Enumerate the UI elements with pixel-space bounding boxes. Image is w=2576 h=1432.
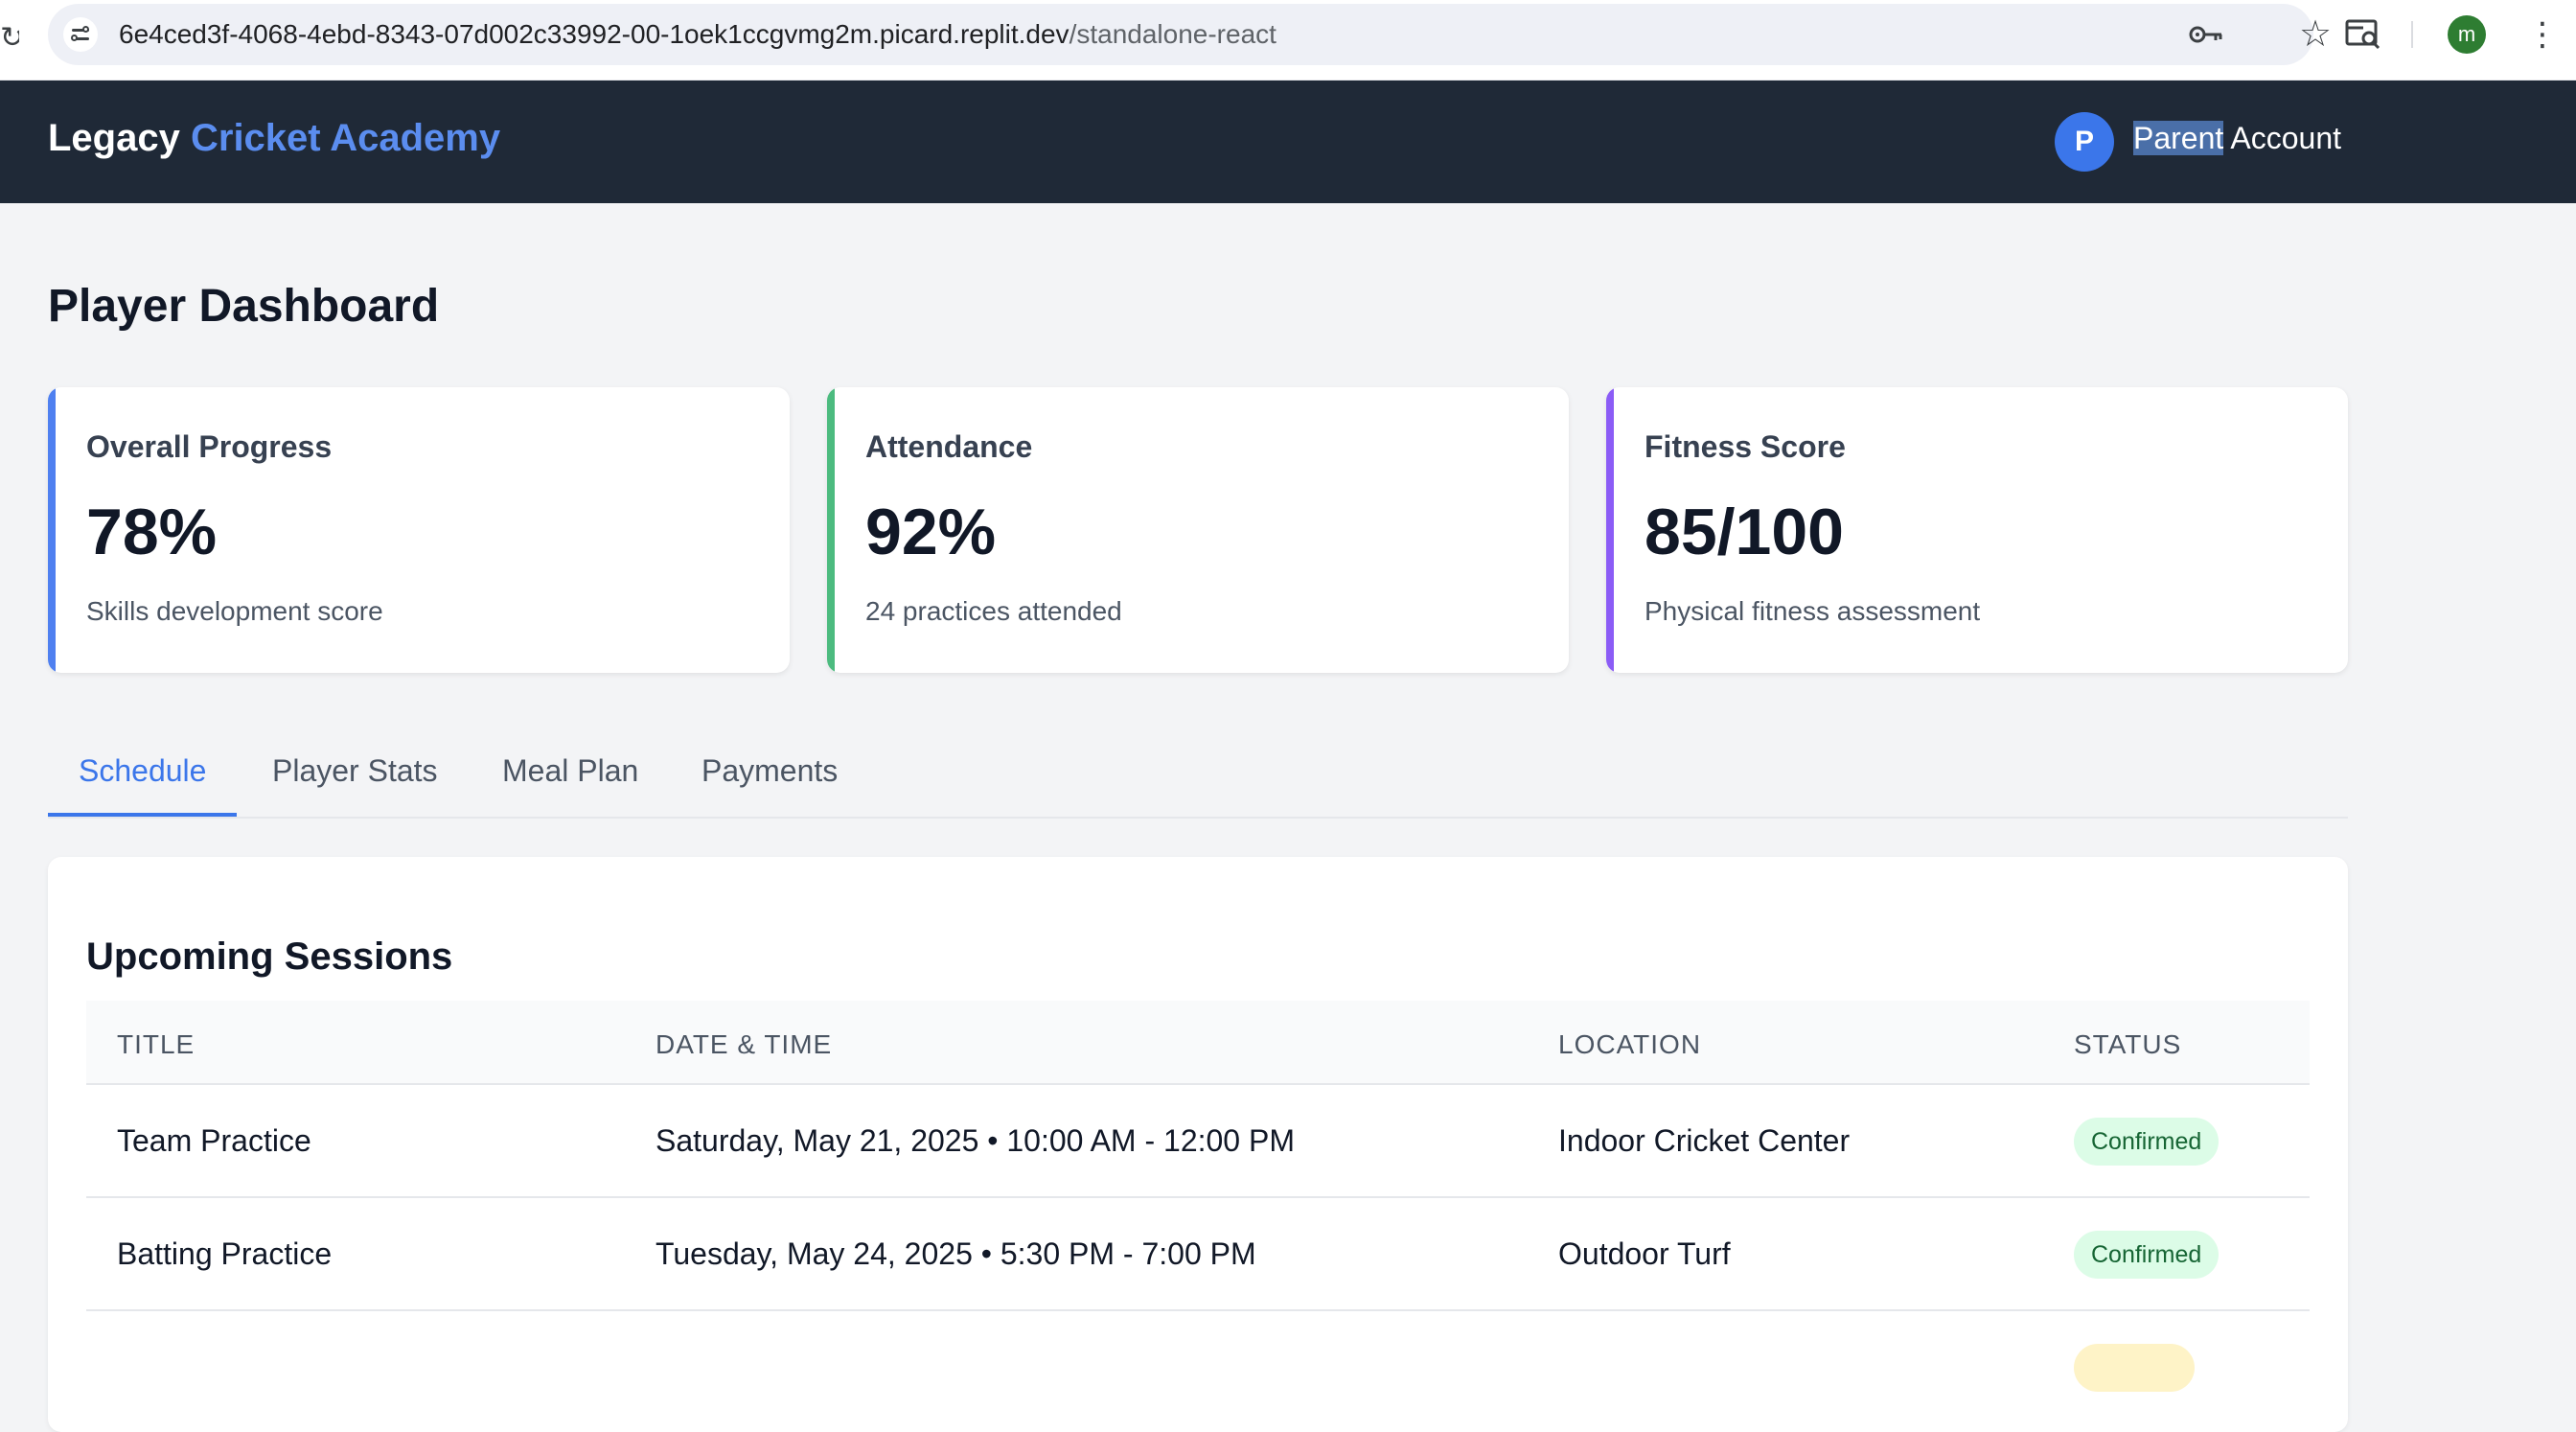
profile-avatar[interactable]: m [2448,15,2486,54]
site-settings-icon[interactable] [63,17,98,52]
section-title: Upcoming Sessions [86,935,453,978]
card-subtitle: Physical fitness assessment [1644,596,1981,626]
more-menu-icon[interactable]: ⋮ [2526,15,2559,54]
brand-accent: Cricket Academy [190,117,501,159]
sessions-table: TITLE DATE & TIME LOCATION STATUS Team P… [86,1001,2310,1392]
card-label: Attendance [865,429,1033,464]
address-bar[interactable]: 6e4ced3f-4068-4ebd-8343-07d002c33992-00-… [48,4,2332,65]
session-datetime: Saturday, May 21, 2025 • 10:00 AM - 12:0… [656,1123,1295,1158]
bookmark-star-icon[interactable]: ☆ [2296,13,2334,56]
card-value: 92% [865,496,997,568]
app-header: Legacy Cricket Academy P Parent Account [0,81,2576,203]
column-header-location: LOCATION [1558,1029,1702,1059]
dashboard-tabs: Schedule Player Stats Meal Plan Payments [48,744,2348,819]
card-label: Fitness Score [1644,429,1846,464]
card-value: 78% [86,496,218,568]
card-label: Overall Progress [86,429,333,464]
status-badge [2074,1344,2195,1392]
brand-first: Legacy [48,117,180,159]
password-key-icon[interactable] [2187,19,2225,50]
table-header: TITLE DATE & TIME LOCATION STATUS [86,1001,2310,1085]
column-header-status: STATUS [2074,1029,2182,1059]
table-row[interactable]: Team Practice Saturday, May 21, 2025 • 1… [86,1085,2310,1198]
tab-player-stats[interactable]: Player Stats [242,753,469,817]
card-fitness-score: Fitness Score 85/100 Physical fitness as… [1606,387,2348,673]
user-avatar[interactable]: P [2055,112,2114,172]
toolbar-divider [2411,21,2413,48]
upcoming-sessions-panel: Upcoming Sessions TITLE DATE & TIME LOCA… [48,857,2348,1432]
page-title: Player Dashboard [48,281,440,332]
session-location: Outdoor Turf [1558,1236,1731,1271]
browser-toolbar: ↻ 6e4ced3f-4068-4ebd-8343-07d002c33992-0… [0,0,2576,81]
card-accent-bar [48,387,56,673]
session-datetime: Tuesday, May 24, 2025 • 5:30 PM - 7:00 P… [656,1236,1256,1271]
card-subtitle: Skills development score [86,596,383,626]
column-header-datetime: DATE & TIME [656,1029,833,1059]
tab-search-icon[interactable] [2344,17,2382,52]
status-badge: Confirmed [2074,1231,2220,1279]
session-title: Batting Practice [117,1236,333,1271]
url-text[interactable]: 6e4ced3f-4068-4ebd-8343-07d002c33992-00-… [119,4,1276,65]
column-header-title: TITLE [117,1029,196,1059]
card-value: 85/100 [1644,496,1844,568]
reload-icon[interactable]: ↻ [0,19,19,58]
tab-schedule[interactable]: Schedule [48,753,238,817]
url-host: 6e4ced3f-4068-4ebd-8343-07d002c33992-00-… [119,19,1070,49]
card-subtitle: 24 practices attended [865,596,1122,626]
session-title: Team Practice [117,1123,311,1158]
status-badge: Confirmed [2074,1118,2220,1166]
card-accent-bar [1606,387,1614,673]
card-overall-progress: Overall Progress 78% Skills development … [48,387,790,673]
session-location: Indoor Cricket Center [1558,1123,1851,1158]
table-row[interactable] [86,1311,2310,1392]
url-path: /standalone-react [1069,19,1276,49]
user-account-label[interactable]: Parent Account [2133,121,2341,156]
card-attendance: Attendance 92% 24 practices attended [827,387,1569,673]
user-label-selected: Parent [2133,121,2224,155]
tab-payments[interactable]: Payments [671,753,868,817]
user-label-rest: Account [2223,121,2342,155]
tab-meal-plan[interactable]: Meal Plan [472,753,669,817]
card-accent-bar [827,387,835,673]
brand-logo[interactable]: Legacy Cricket Academy [48,117,500,160]
table-row[interactable]: Batting Practice Tuesday, May 24, 2025 •… [86,1198,2310,1311]
